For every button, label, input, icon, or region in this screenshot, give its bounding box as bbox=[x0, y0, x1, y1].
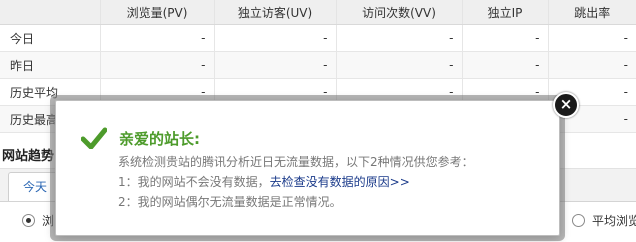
cell-value: - bbox=[335, 24, 462, 52]
cell-value: - bbox=[335, 51, 462, 79]
cell-value: - bbox=[213, 51, 336, 79]
cell-value: - bbox=[461, 51, 548, 79]
dialog-intro: 系统检测贵站的腾讯分析近日无流量数据，以下2种情况供您参考： bbox=[118, 155, 474, 169]
header-uv: 独立访客(UV) bbox=[213, 0, 336, 25]
metric-radio-avg[interactable] bbox=[572, 214, 585, 227]
table-header-row: 浏览量(PV) 独立访客(UV) 访问次数(VV) 独立IP 跳出率 bbox=[0, 0, 636, 25]
dialog-item-1: 1：我的网站不会没有数据，去检查没有数据的原因>> bbox=[118, 173, 410, 190]
row-label: 今日 bbox=[0, 24, 100, 52]
no-data-dialog: 亲爱的站长: 系统检测贵站的腾讯分析近日无流量数据，以下2种情况供您参考： 1：… bbox=[55, 100, 560, 236]
cell-value: - bbox=[99, 51, 214, 79]
check-no-data-reason-link[interactable]: 去检查没有数据的原因>> bbox=[270, 175, 410, 189]
cell-value: - bbox=[461, 24, 548, 52]
header-pv: 浏览量(PV) bbox=[99, 0, 214, 25]
header-ip: 独立IP bbox=[461, 0, 548, 25]
site-trend-title: 网站趋势 bbox=[2, 149, 55, 164]
dialog-title: 亲爱的站长: bbox=[119, 130, 200, 148]
tab-today[interactable]: 今天 bbox=[8, 172, 62, 201]
metric-radio-avg-label: 平均浏览 bbox=[592, 214, 636, 228]
header-vv: 访问次数(VV) bbox=[335, 0, 462, 25]
cell-value: - bbox=[213, 24, 336, 52]
check-icon bbox=[81, 127, 107, 149]
dialog-item-2: 2：我的网站偶尔无流量数据是正常情况。 bbox=[118, 195, 342, 209]
cell-value: - bbox=[99, 24, 214, 52]
header-empty bbox=[0, 0, 100, 25]
row-label: 昨日 bbox=[0, 51, 100, 79]
metric-radio-pv-label: 浏 bbox=[42, 214, 55, 228]
header-bounce-rate: 跳出率 bbox=[547, 0, 636, 25]
cell-value: - bbox=[547, 24, 636, 52]
close-icon[interactable]: × bbox=[553, 92, 579, 118]
cell-value: - bbox=[547, 51, 636, 79]
metric-radio-pv[interactable] bbox=[22, 214, 35, 227]
table-row: 昨日 - - - - - bbox=[0, 51, 636, 79]
table-row: 今日 - - - - - bbox=[0, 24, 636, 52]
dialog-item-1-text: 1：我的网站不会没有数据， bbox=[118, 175, 270, 189]
